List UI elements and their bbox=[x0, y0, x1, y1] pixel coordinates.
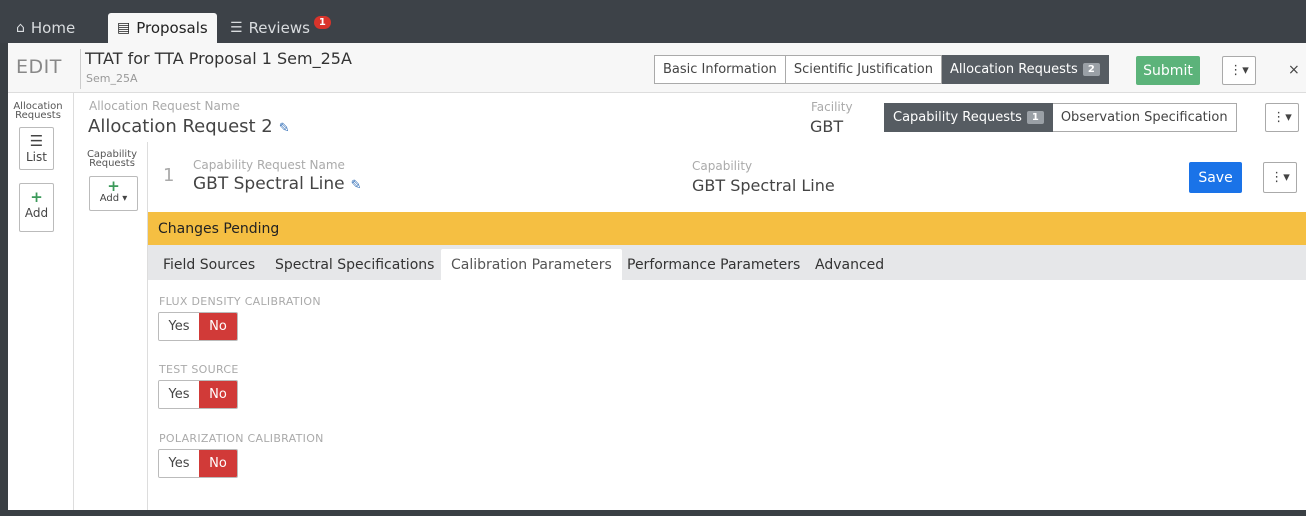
divider bbox=[80, 49, 81, 89]
capability-name-text: GBT Spectral Line bbox=[193, 174, 345, 194]
allocation-section-tabs: Capability Requests 1 Observation Specif… bbox=[884, 103, 1237, 132]
yes-option[interactable]: Yes bbox=[159, 450, 199, 477]
kebab-menu-icon: ⋮▾ bbox=[1270, 170, 1290, 185]
nav-reviews-tab[interactable]: ☰ Reviews 1 bbox=[221, 13, 340, 43]
capability-index: 1 bbox=[163, 165, 175, 186]
submit-button[interactable]: Submit bbox=[1136, 56, 1200, 85]
nav-home-label: Home bbox=[30, 19, 76, 37]
tab-field-sources[interactable]: Field Sources bbox=[153, 249, 265, 280]
capability-sidebar-caption: Capability Requests bbox=[84, 150, 140, 169]
tab-scientific-justification[interactable]: Scientific Justification bbox=[785, 55, 942, 84]
save-button[interactable]: Save bbox=[1189, 162, 1242, 193]
allocation-name-label: Allocation Request Name bbox=[89, 99, 240, 113]
facility-value: GBT bbox=[810, 117, 844, 136]
kebab-menu-icon: ⋮▾ bbox=[1229, 63, 1249, 78]
proposal-menu-button[interactable]: ⋮▾ bbox=[1222, 56, 1256, 85]
nav-home-tab[interactable]: ⌂ Home bbox=[7, 13, 84, 43]
plus-icon: + bbox=[107, 177, 120, 195]
parameter-tabs: Field Sources Spectral Specifications Ca… bbox=[148, 245, 1306, 280]
test-source-label: TEST SOURCE bbox=[159, 363, 239, 376]
document-icon: ▤ bbox=[117, 20, 131, 36]
caption-line: Requests bbox=[15, 110, 61, 121]
edit-icon[interactable]: ✎ bbox=[279, 121, 290, 136]
nav-proposals-tab[interactable]: ▤ Proposals bbox=[108, 13, 217, 43]
allocation-name-value: Allocation Request 2 ✎ bbox=[88, 116, 290, 137]
changes-pending-banner: Changes Pending bbox=[148, 212, 1306, 245]
tab-calibration-parameters[interactable]: Calibration Parameters bbox=[441, 249, 622, 280]
allocation-name-text: Allocation Request 2 bbox=[88, 116, 273, 137]
capability-content bbox=[148, 142, 1306, 510]
flux-density-calibration-toggle: Yes No bbox=[158, 312, 238, 341]
list-icon: ☰ bbox=[29, 132, 44, 150]
capability-requests-sidebar: Capability Requests + Add ▾ bbox=[78, 142, 148, 510]
allocation-list-button[interactable]: ☰ List bbox=[19, 127, 54, 170]
test-source-toggle: Yes No bbox=[158, 380, 238, 409]
proposal-semester: Sem_25A bbox=[86, 72, 138, 85]
no-option[interactable]: No bbox=[199, 381, 237, 408]
tab-spectral-specifications[interactable]: Spectral Specifications bbox=[265, 249, 444, 280]
home-icon: ⌂ bbox=[16, 20, 25, 36]
facility-label: Facility bbox=[811, 100, 853, 114]
tab-basic-information[interactable]: Basic Information bbox=[654, 55, 786, 84]
close-icon[interactable]: × bbox=[1288, 62, 1300, 78]
no-option[interactable]: No bbox=[199, 450, 237, 477]
kebab-menu-icon: ⋮▾ bbox=[1272, 110, 1292, 125]
allocation-sidebar-caption: Allocation Requests bbox=[10, 102, 66, 121]
caption-line: Requests bbox=[89, 158, 135, 169]
capability-label: Capability bbox=[692, 159, 753, 173]
capability-name-label: Capability Request Name bbox=[193, 158, 345, 172]
no-option[interactable]: No bbox=[199, 313, 237, 340]
add-text: Add bbox=[99, 193, 120, 204]
proposal-header: EDIT TTAT for TTA Proposal 1 Sem_25A Sem… bbox=[8, 43, 1306, 93]
tab-performance-parameters[interactable]: Performance Parameters bbox=[617, 249, 810, 280]
polarization-calibration-label: POLARIZATION CALIBRATION bbox=[159, 432, 324, 445]
tab-allocation-requests-label: Allocation Requests bbox=[950, 62, 1078, 77]
add-label: Add ▾ bbox=[99, 193, 128, 204]
nav-reviews-label: Reviews bbox=[248, 19, 310, 37]
capability-menu-button[interactable]: ⋮▾ bbox=[1263, 162, 1297, 193]
nav-proposals-label: Proposals bbox=[136, 19, 208, 37]
tab-allocation-requests[interactable]: Allocation Requests 2 bbox=[942, 55, 1109, 84]
tab-capability-requests-label: Capability Requests bbox=[893, 110, 1022, 125]
bottom-border bbox=[0, 510, 1306, 516]
list-icon: ☰ bbox=[230, 20, 243, 36]
reviews-count-badge: 1 bbox=[313, 15, 331, 29]
edit-icon[interactable]: ✎ bbox=[351, 178, 362, 193]
proposal-title: TTAT for TTA Proposal 1 Sem_25A bbox=[85, 49, 352, 68]
capability-add-button[interactable]: + Add ▾ bbox=[89, 176, 138, 211]
proposal-section-tabs: Basic Information Scientific Justificati… bbox=[654, 55, 1109, 84]
list-label: List bbox=[26, 150, 47, 164]
tab-observation-specification[interactable]: Observation Specification bbox=[1052, 103, 1237, 132]
tab-advanced[interactable]: Advanced bbox=[805, 249, 894, 280]
flux-density-calibration-label: FLUX DENSITY CALIBRATION bbox=[159, 295, 321, 308]
allocation-count-badge: 2 bbox=[1082, 63, 1100, 76]
capability-count-badge: 1 bbox=[1026, 111, 1044, 124]
polarization-calibration-toggle: Yes No bbox=[158, 449, 238, 478]
yes-option[interactable]: Yes bbox=[159, 313, 199, 340]
mode-label: EDIT bbox=[16, 56, 62, 78]
capability-name-value: GBT Spectral Line ✎ bbox=[193, 174, 362, 194]
plus-icon: + bbox=[30, 188, 43, 206]
allocation-menu-button[interactable]: ⋮▾ bbox=[1265, 103, 1299, 132]
allocation-add-button[interactable]: + Add bbox=[19, 183, 54, 232]
add-label: Add bbox=[24, 206, 49, 220]
capability-value: GBT Spectral Line bbox=[692, 176, 835, 195]
tab-capability-requests[interactable]: Capability Requests 1 bbox=[884, 103, 1053, 132]
top-nav: ⌂ Home ▤ Proposals ☰ Reviews 1 bbox=[0, 0, 1306, 43]
yes-option[interactable]: Yes bbox=[159, 381, 199, 408]
allocation-requests-sidebar: Allocation Requests ☰ List + Add bbox=[8, 93, 74, 510]
